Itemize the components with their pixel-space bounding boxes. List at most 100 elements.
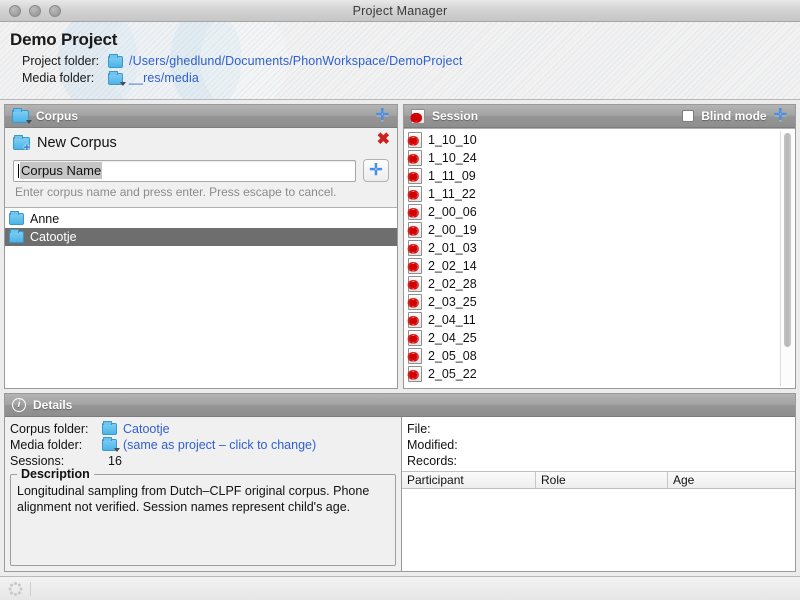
new-folder-icon [13, 137, 30, 150]
file-row: File: [407, 421, 791, 437]
session-icon [408, 204, 422, 220]
new-corpus-title-row: New Corpus [13, 135, 389, 151]
list-item[interactable]: 2_00_19 [404, 221, 795, 239]
media-folder-label: Media folder: [22, 70, 108, 87]
session-item-label: 2_04_11 [428, 313, 476, 327]
page-title: Demo Project [10, 30, 800, 50]
list-item[interactable]: 2_04_25 [404, 329, 795, 347]
info-icon: i [12, 398, 26, 412]
column-header-participant[interactable]: Participant [402, 472, 536, 488]
corpus-name-value: Corpus Name [20, 162, 102, 179]
details-panel-title: Details [33, 398, 72, 412]
session-item-label: 2_05_22 [428, 367, 477, 381]
text-caret [18, 164, 19, 178]
folder-icon [9, 213, 24, 225]
session-item-label: 2_05_08 [428, 349, 477, 363]
details-right-column: File: Modified: Records: Participant Rol… [401, 417, 795, 571]
status-divider [30, 582, 31, 596]
media-folder-path[interactable]: __res/media [129, 70, 199, 87]
media-folder-value[interactable]: (same as project – click to change) [123, 437, 316, 453]
list-item[interactable]: 2_05_08 [404, 347, 795, 365]
blind-mode-checkbox[interactable] [682, 110, 694, 122]
description-fieldset[interactable]: Description Longitudinal sampling from D… [10, 474, 396, 566]
list-item[interactable]: 1_10_10 [404, 131, 795, 149]
session-list-inner: 1_10_10 1_10_24 1_11_09 1_11_22 2_00_06 … [404, 129, 795, 383]
blind-mode-label: Blind mode [701, 109, 766, 123]
session-icon [408, 276, 422, 292]
corpus-name-input[interactable]: Corpus Name [13, 160, 356, 182]
corpus-panel-body: ✖ New Corpus Corpus Name ✛ [5, 128, 397, 388]
participant-table-body[interactable] [402, 489, 795, 571]
new-corpus-hint: Enter corpus name and press enter. Press… [13, 182, 389, 203]
session-item-label: 2_03_25 [428, 295, 477, 309]
project-manager-window: Project Manager Demo Project Project fol… [0, 0, 800, 600]
busy-spinner-icon [8, 582, 22, 596]
details-media-folder-row: Media folder: (same as project – click t… [10, 437, 396, 453]
corpus-folder-icon[interactable] [12, 110, 29, 123]
add-corpus-icon[interactable]: ✛ [376, 108, 389, 124]
session-meta-lines: File: Modified: Records: [402, 417, 795, 471]
records-row: Records: [407, 453, 791, 469]
session-icon [408, 222, 422, 238]
plus-icon: ✛ [369, 163, 382, 179]
session-icon [408, 294, 422, 310]
session-list[interactable]: 1_10_10 1_10_24 1_11_09 1_11_22 2_00_06 … [404, 128, 795, 388]
corpus-list[interactable]: Anne Catootje [5, 207, 397, 388]
list-item[interactable]: 2_03_25 [404, 293, 795, 311]
corpus-panel: Corpus ✛ ✖ New Corpus [4, 104, 398, 389]
details-panel: i Details Corpus folder: Catootje Media … [4, 393, 796, 572]
title-bar: Project Manager [0, 0, 800, 22]
list-item[interactable]: 1_10_24 [404, 149, 795, 167]
sessions-value: 16 [108, 453, 122, 469]
session-item-label: 1_10_10 [428, 133, 477, 147]
session-icon [408, 168, 422, 184]
folder-dropdown-icon[interactable] [102, 439, 117, 451]
details-body: Corpus folder: Catootje Media folder: (s… [5, 417, 795, 571]
folder-dropdown-icon[interactable] [108, 73, 123, 85]
folder-icon [102, 423, 117, 435]
session-item-label: 2_01_03 [428, 241, 477, 255]
confirm-add-corpus-button[interactable]: ✛ [363, 159, 389, 182]
corpus-panel-title: Corpus [36, 109, 78, 123]
session-icon [408, 312, 422, 328]
description-text: Longitudinal sampling from Dutch–CLPF or… [17, 483, 389, 515]
status-bar [0, 576, 800, 600]
column-header-role[interactable]: Role [536, 472, 668, 488]
session-icon [408, 348, 422, 364]
project-folder-path[interactable]: /Users/ghedlund/Documents/PhonWorkspace/… [129, 53, 463, 70]
close-icon[interactable]: ✖ [377, 132, 390, 148]
list-item[interactable]: 2_00_06 [404, 203, 795, 221]
list-item[interactable]: 1_11_22 [404, 185, 795, 203]
scrollbar-thumb[interactable] [784, 133, 791, 347]
list-item[interactable]: 2_01_03 [404, 239, 795, 257]
list-item[interactable]: 2_04_11 [404, 311, 795, 329]
records-label: Records: [407, 454, 457, 468]
session-item-label: 2_00_06 [428, 205, 477, 219]
list-item[interactable]: 2_05_22 [404, 365, 795, 383]
list-item[interactable]: 1_11_09 [404, 167, 795, 185]
column-header-age[interactable]: Age [668, 472, 795, 488]
details-left-column: Corpus folder: Catootje Media folder: (s… [5, 417, 401, 571]
add-session-icon[interactable]: ✛ [774, 108, 787, 124]
session-list-scrollbar[interactable] [780, 131, 794, 386]
list-item[interactable]: Anne [5, 210, 397, 228]
session-icon [408, 330, 422, 346]
corpus-item-label: Catootje [30, 230, 77, 244]
session-panel-title: Session [432, 109, 478, 123]
session-icon [408, 366, 422, 382]
session-item-label: 2_02_14 [428, 259, 477, 273]
details-panel-header: i Details [5, 394, 795, 417]
modified-label: Modified: [407, 438, 458, 452]
media-folder-row: Media folder: __res/media [22, 70, 800, 87]
list-item[interactable]: 2_02_14 [404, 257, 795, 275]
session-panel-header: Session Blind mode ✛ [404, 105, 795, 128]
corpus-panel-header: Corpus ✛ [5, 105, 397, 128]
folder-icon [9, 231, 24, 243]
session-item-label: 1_11_22 [428, 187, 476, 201]
main-content: Corpus ✛ ✖ New Corpus [0, 100, 800, 576]
list-item[interactable]: 2_02_28 [404, 275, 795, 293]
session-icon[interactable] [411, 109, 425, 124]
list-item[interactable]: Catootje [5, 228, 397, 246]
corpus-folder-value[interactable]: Catootje [123, 421, 170, 437]
project-header: Demo Project Project folder: /Users/ghed… [0, 22, 800, 100]
